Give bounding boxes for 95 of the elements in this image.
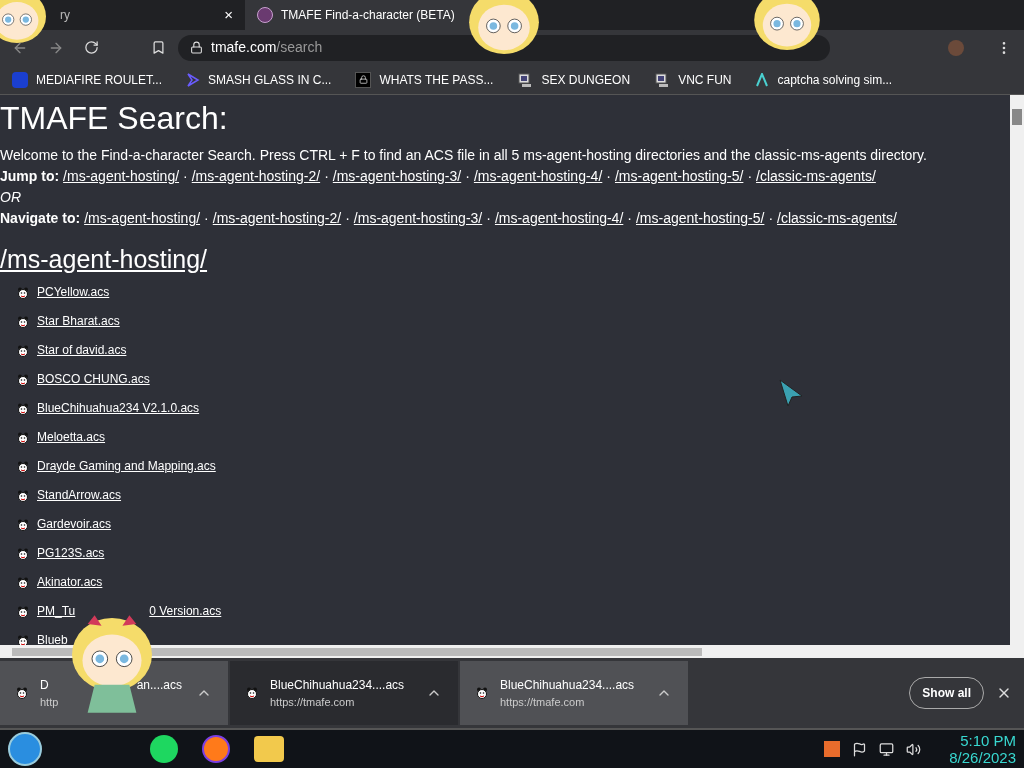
separator-dot: · bbox=[204, 209, 209, 228]
download-filename: D bbox=[40, 676, 49, 694]
link-label: Navigate to: bbox=[0, 209, 81, 228]
file-link[interactable]: Akinator.acs bbox=[37, 572, 103, 593]
directory-link[interactable]: /ms-agent-hosting-3/ bbox=[353, 208, 483, 229]
file-link[interactable]: StandArrow.acs bbox=[37, 485, 122, 506]
clock-time: 5:10 PM bbox=[960, 732, 1016, 749]
separator-dot: · bbox=[465, 167, 470, 186]
agent-face-icon bbox=[17, 431, 29, 444]
file-link[interactable]: PG123S.acs bbox=[37, 543, 105, 564]
agent-face-icon bbox=[17, 402, 29, 415]
download-url: https://tmafe.com bbox=[270, 694, 356, 710]
directory-link[interactable]: /ms-agent-hosting-3/ bbox=[332, 166, 462, 187]
chevron-logo-icon bbox=[186, 72, 201, 87]
tab-favicon-icon bbox=[257, 7, 273, 23]
separator-dot: · bbox=[627, 209, 632, 228]
directory-link[interactable]: /ms-agent-hosting/ bbox=[63, 166, 180, 187]
separator-dot: · bbox=[345, 209, 350, 228]
volume-icon[interactable] bbox=[906, 741, 922, 757]
bookmark-item[interactable]: WHATS THE PASS... bbox=[355, 70, 494, 89]
agent-face-icon bbox=[17, 286, 29, 299]
page-title: TMAFE Search: bbox=[0, 99, 229, 137]
file-link[interactable]: Star Bharat.acs bbox=[37, 311, 120, 332]
lambda-logo-icon bbox=[755, 72, 770, 87]
bookmark-item[interactable]: SMASH GLASS IN C... bbox=[186, 70, 332, 89]
mouse-pointer-icon bbox=[778, 378, 804, 408]
bookmark-icon[interactable] bbox=[151, 40, 166, 55]
separator-dot: · bbox=[486, 209, 491, 228]
file-link[interactable]: PM_Tu bbox=[37, 601, 76, 622]
computer-favicon-icon bbox=[517, 71, 534, 88]
agent-face-icon bbox=[246, 687, 258, 699]
file-link[interactable]: Blueb bbox=[37, 630, 68, 645]
agent-face-icon bbox=[17, 518, 29, 531]
directory-link[interactable]: /ms-agent-hosting-5/ bbox=[614, 166, 744, 187]
bookmark-item[interactable]: MEDIAFIRE ROULET... bbox=[12, 70, 163, 89]
file-link[interactable]: BlueChihuahua234 V2.1.0.acs bbox=[37, 398, 200, 419]
tab-title: ry bbox=[59, 7, 71, 24]
separator-dot: · bbox=[606, 167, 611, 186]
vertical-scrollbar[interactable] bbox=[1010, 95, 1024, 645]
separator-dot: · bbox=[183, 167, 188, 186]
separator-dot: · bbox=[747, 167, 753, 186]
directory-link[interactable]: /ms-agent-hosting/ bbox=[84, 208, 201, 229]
lock-icon bbox=[190, 41, 203, 54]
agent-face-icon bbox=[17, 576, 29, 589]
agent-face-icon bbox=[17, 373, 29, 386]
agent-face-icon bbox=[17, 547, 29, 560]
url-text: tmafe.com/search bbox=[211, 38, 323, 57]
address-bar[interactable]: tmafe.com/search bbox=[178, 34, 830, 61]
start-orb-icon[interactable] bbox=[8, 732, 42, 766]
computer-favicon-icon bbox=[654, 71, 671, 88]
agent-face-icon bbox=[17, 344, 29, 357]
agent-face-icon bbox=[17, 489, 29, 502]
directory-link[interactable]: /classic-ms-agents/ bbox=[777, 208, 897, 229]
tab-title: TMAFE Find-a-character (BETA) bbox=[281, 7, 456, 24]
horizontal-scrollbar[interactable] bbox=[0, 645, 1024, 658]
download-filename: BlueChihuahua234....acs bbox=[500, 676, 635, 694]
file-link[interactable]: Star of david.acs bbox=[37, 340, 127, 361]
directory-link[interactable]: /ms-agent-hosting-2/ bbox=[191, 166, 321, 187]
download-item[interactable]: BlueChihuahua234....acs https://tmafe.com bbox=[230, 661, 458, 725]
separator-dot: · bbox=[768, 209, 774, 228]
clock-date: 8/26/2023 bbox=[949, 749, 1016, 766]
reload-icon[interactable] bbox=[84, 40, 99, 55]
bookmark-item[interactable]: SEX DUNGEON bbox=[517, 70, 631, 89]
download-filename: BlueChihuahua234....acs bbox=[270, 676, 405, 694]
directory-link[interactable]: /ms-agent-hosting-4/ bbox=[473, 166, 603, 187]
agent-face-icon bbox=[476, 687, 488, 699]
file-link[interactable]: Drayde Gaming and Mapping.acs bbox=[37, 456, 216, 477]
download-url: http bbox=[40, 694, 60, 710]
bookmark-logo-icon bbox=[12, 71, 28, 88]
intro-text: Welcome to the Find-a-character Search. Press CTRL + F to find an ACS file in all 5 ms-agent-hosting directories and the classic-ms-agents directory. bbox=[0, 146, 928, 165]
flag-icon[interactable] bbox=[852, 741, 868, 757]
agent-face-icon bbox=[17, 460, 29, 473]
directory-link[interactable]: /ms-agent-hosting-2/ bbox=[212, 208, 342, 229]
or-text: OR bbox=[0, 188, 22, 207]
directory-link[interactable]: /ms-agent-hosting-5/ bbox=[636, 208, 765, 229]
close-tab-button[interactable]: × bbox=[224, 3, 233, 27]
network-icon[interactable] bbox=[879, 741, 895, 757]
agent-face-icon bbox=[17, 315, 29, 328]
separator-dot: · bbox=[324, 167, 329, 186]
lock-favicon-icon bbox=[355, 71, 372, 88]
bookmark-item[interactable]: captcha solving sim... bbox=[755, 70, 893, 89]
directory-link[interactable]: /classic-ms-agents/ bbox=[756, 166, 876, 187]
directory-link[interactable]: /ms-agent-hosting-4/ bbox=[494, 208, 624, 229]
file-link[interactable]: Meloetta.acs bbox=[37, 427, 106, 448]
download-item[interactable]: BlueChihuahua234....acs https://tmafe.com bbox=[460, 661, 688, 725]
download-filename: an....acs bbox=[136, 676, 183, 694]
agent-face-icon bbox=[16, 687, 28, 699]
file-link[interactable]: Gardevoir.acs bbox=[37, 514, 112, 535]
file-link[interactable]: 0 Version.acs bbox=[149, 601, 222, 622]
agent-face-icon bbox=[17, 605, 29, 618]
link-label: Jump to: bbox=[0, 167, 60, 186]
bookmark-item[interactable]: VNC FUN bbox=[654, 70, 732, 89]
file-link[interactable]: BOSCO CHUNG.acs bbox=[37, 369, 150, 390]
download-url: https://tmafe.com bbox=[500, 694, 586, 710]
file-link[interactable]: PCYellow.acs bbox=[37, 282, 110, 303]
